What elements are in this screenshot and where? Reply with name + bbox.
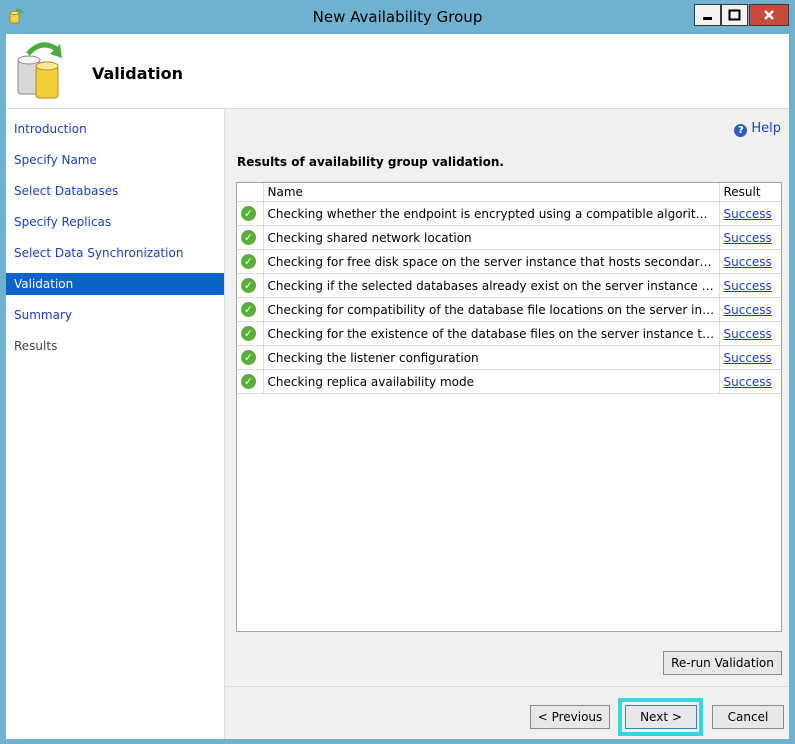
table-row[interactable]: ✓ Checking for the existence of the data…: [237, 321, 781, 346]
title-bar[interactable]: New Availability Group: [0, 0, 795, 34]
database-sync-icon: [14, 38, 70, 100]
nav-item-select-data-synchronization[interactable]: Select Data Synchronization: [6, 242, 224, 264]
wizard-nav: Introduction Specify Name Select Databas…: [6, 109, 225, 739]
validation-results-grid[interactable]: Name Result ✓ Checking whether the endpo…: [236, 182, 782, 632]
table-header-row: Name Result: [237, 183, 781, 202]
main-panel: ? Help Results of availability group vali…: [225, 109, 789, 739]
nav-item-results: Results: [14, 339, 58, 353]
table-row[interactable]: ✓ Checking the listener configuration Su…: [237, 345, 781, 370]
row-name: Checking if the selected databases alrea…: [263, 273, 720, 298]
success-check-icon: ✓: [241, 254, 256, 269]
column-header-result[interactable]: Result: [719, 183, 781, 202]
page-title: Validation: [92, 64, 184, 83]
row-name: Checking for compatibility of the databa…: [263, 297, 720, 322]
success-check-icon: ✓: [241, 230, 256, 245]
table-row[interactable]: ✓ Checking for compatibility of the data…: [237, 297, 781, 322]
success-check-icon: ✓: [241, 374, 256, 389]
help-link[interactable]: ? Help: [734, 121, 781, 137]
results-heading: Results of availability group validation…: [237, 155, 504, 169]
result-link[interactable]: Success: [724, 375, 772, 389]
result-link[interactable]: Success: [724, 255, 772, 269]
close-button[interactable]: [749, 4, 789, 26]
table-row[interactable]: ✓ Checking replica availability mode Suc…: [237, 369, 781, 394]
row-name: Checking replica availability mode: [263, 369, 720, 394]
window-title: New Availability Group: [312, 8, 483, 26]
column-header-name[interactable]: Name: [263, 183, 720, 202]
rerun-validation-button[interactable]: Re-run Validation: [663, 651, 782, 675]
nav-item-specify-name[interactable]: Specify Name: [6, 149, 224, 171]
row-name: Checking for the existence of the databa…: [263, 321, 720, 346]
result-link[interactable]: Success: [724, 327, 772, 341]
column-header-status: [237, 183, 264, 202]
next-button[interactable]: Next >: [625, 705, 697, 729]
validation-results-table: Name Result ✓ Checking whether the endpo…: [237, 183, 781, 394]
previous-button[interactable]: < Previous: [530, 705, 610, 729]
result-link[interactable]: Success: [724, 207, 772, 221]
row-name: Checking the listener configuration: [263, 345, 720, 370]
help-label: Help: [751, 121, 781, 136]
minimize-button[interactable]: [694, 4, 721, 26]
nav-item-summary[interactable]: Summary: [6, 304, 224, 326]
nav-item-validation[interactable]: Validation: [6, 273, 224, 295]
success-check-icon: ✓: [241, 326, 256, 341]
nav-item-specify-replicas[interactable]: Specify Replicas: [6, 211, 224, 233]
cancel-button[interactable]: Cancel: [712, 705, 784, 729]
help-icon: ?: [734, 124, 748, 137]
dialog-client: Validation Introduction Specify Name Sel…: [6, 34, 789, 739]
success-check-icon: ✓: [241, 278, 256, 293]
row-name: Checking whether the endpoint is encrypt…: [263, 201, 720, 226]
dialog-window: New Availability Group Validation Introd…: [0, 0, 795, 744]
maximize-button[interactable]: [721, 4, 748, 26]
nav-item-select-databases[interactable]: Select Databases: [6, 180, 224, 202]
page-header: Validation: [6, 34, 789, 109]
table-row[interactable]: ✓ Checking whether the endpoint is encry…: [237, 201, 781, 226]
success-check-icon: ✓: [241, 206, 256, 221]
nav-item-introduction[interactable]: Introduction: [6, 118, 224, 140]
table-row[interactable]: ✓ Checking for free disk space on the se…: [237, 249, 781, 274]
result-link[interactable]: Success: [724, 231, 772, 245]
table-row[interactable]: ✓ Checking shared network location Succe…: [237, 225, 781, 250]
success-check-icon: ✓: [241, 302, 256, 317]
result-link[interactable]: Success: [724, 351, 772, 365]
result-link[interactable]: Success: [724, 279, 772, 293]
row-name: Checking shared network location: [263, 225, 720, 250]
success-check-icon: ✓: [241, 350, 256, 365]
footer-divider: [225, 686, 789, 687]
row-name: Checking for free disk space on the serv…: [263, 249, 720, 274]
result-link[interactable]: Success: [724, 303, 772, 317]
table-row[interactable]: ✓ Checking if the selected databases alr…: [237, 273, 781, 298]
